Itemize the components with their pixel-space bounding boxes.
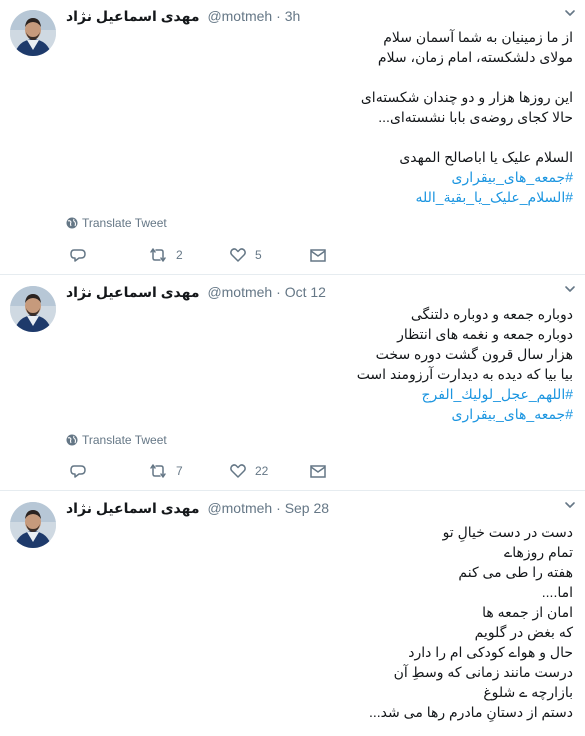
tweet-text: دوباره جمعه و دوباره دلتنگی دوباره جمعه … [66,304,573,424]
reply-icon [70,465,86,478]
tweet-header: مهدی اسماعیل نژاد @motmeh · Oct 12 [66,283,326,301]
tweet-text-line: دست در دست خیالِ تو [442,524,573,540]
display-name[interactable]: مهدی اسماعیل نژاد [66,500,200,516]
tweet-text-line: که بغض در گلویم [474,624,573,640]
avatar[interactable] [10,502,56,548]
timestamp[interactable]: 3h [285,8,301,24]
hashtag-link[interactable]: #اللهم_عجل_لولیك_الفرج [66,384,573,404]
envelope-icon [310,465,326,478]
tweet-text-line: این روزها هزار و دو چندان شکسته‌ای [360,89,573,105]
tweet-text-line: بازارچه ے شلوغ [483,684,573,700]
like-button[interactable]: 22 [229,462,268,480]
avatar[interactable] [10,286,56,332]
avatar[interactable] [10,10,56,56]
heart-icon [230,464,246,478]
reply-icon [70,249,86,262]
hashtag-link[interactable]: #جمعه_های_بیقراری [66,404,573,424]
retweet-icon [150,464,166,478]
translate-tweet-label: Translate Tweet [82,216,167,230]
separator-dot: · [276,8,281,24]
tweet-text-line: هفته را طی می کنم [458,564,573,580]
tweet-text-line: حالا کجای روضه‌ی بابا نشسته‌ای... [378,109,573,125]
tweet-actions: 2 5 [66,246,336,266]
tweet-text-line: هزار سال قرون گشت دوره سخت [375,346,573,362]
like-button[interactable]: 5 [229,246,262,264]
tweet-text-line: دستم از دستانِ مادرم رها می شد... [369,704,573,720]
tweet-text-line [66,67,573,87]
chevron-down-icon[interactable] [563,498,577,512]
separator-dot: · [276,500,281,516]
direct-message-button[interactable] [309,246,327,264]
tweet[interactable]: مهدی اسماعیل نژاد @motmeh · Oct 12 دوبار… [0,276,585,491]
translate-tweet-link[interactable]: Translate Tweet [66,216,167,230]
tweet-text-line: السلام علیک یا اباصالح المهدی [399,149,573,165]
tweet-text-line: امان از جمعه ها [482,604,573,620]
tweet-text-line: تمام روزهاے [504,544,573,560]
reply-button[interactable] [69,246,87,264]
globe-icon [66,434,78,446]
avatar-image [10,286,56,332]
tweet-header: مهدی اسماعیل نژاد @motmeh · 3h [66,7,300,25]
separator-dot: · [276,284,281,300]
timestamp[interactable]: Oct 12 [285,284,326,300]
timestamp[interactable]: Sep 28 [285,500,329,516]
tweet-actions: 7 22 [66,462,336,482]
retweet-count: 2 [176,248,183,262]
tweet[interactable]: مهدی اسماعیل نژاد @motmeh · Sep 28 دست د… [0,492,585,736]
envelope-icon [310,249,326,262]
tweet-text-line: دوباره جمعه و دوباره دلتنگی [410,306,573,322]
tweet-text-line: اما.... [541,584,573,600]
tweet-text-line: بیا بیا که دیده به دیدارت آرزومند است [356,366,573,382]
tweet-text: از ما زمینیان به شما آسمان سلام مولای دل… [66,27,573,207]
tweet-text-line: مولای دلشکسته، امام زمان، سلام [377,49,573,65]
tweet-text-line [66,127,573,147]
retweet-button[interactable]: 7 [148,462,183,480]
tweet-text-line: از ما زمینیان به شما آسمان سلام [383,29,573,45]
tweet-text-line: درست مانند زمانی که وسطِ آن [393,664,573,680]
reply-button[interactable] [69,462,87,480]
tweet-text-line: دوباره جمعه و نغمه های انتظار [397,326,573,342]
hashtag-link[interactable]: #السلام_علیک_یا_بقیة_الله [66,187,573,207]
username-handle[interactable]: @motmeh [207,284,272,300]
chevron-down-icon[interactable] [563,282,577,296]
direct-message-button[interactable] [309,462,327,480]
heart-icon [230,248,246,262]
tweet-text: دست در دست خیالِ تو تمام روزهاے هفته را … [66,522,573,722]
like-count: 22 [255,464,269,478]
avatar-image [10,10,56,56]
translate-tweet-link[interactable]: Translate Tweet [66,433,167,447]
translate-tweet-label: Translate Tweet [82,433,167,447]
username-handle[interactable]: @motmeh [207,500,272,516]
tweet-header: مهدی اسماعیل نژاد @motmeh · Sep 28 [66,499,329,517]
tweet-text-line: حال و هواے کودکی ام را دارد [408,644,573,660]
like-count: 5 [255,248,262,262]
globe-icon [66,217,78,229]
retweet-button[interactable]: 2 [148,246,183,264]
display-name[interactable]: مهدی اسماعیل نژاد [66,8,200,24]
display-name[interactable]: مهدی اسماعیل نژاد [66,284,200,300]
chevron-down-icon[interactable] [563,6,577,20]
retweet-icon [150,248,166,262]
avatar-image [10,502,56,548]
retweet-count: 7 [176,464,183,478]
tweet[interactable]: مهدی اسماعیل نژاد @motmeh · 3h از ما زمی… [0,0,585,275]
username-handle[interactable]: @motmeh [207,8,272,24]
hashtag-link[interactable]: #جمعه_های_بیقراری [66,167,573,187]
